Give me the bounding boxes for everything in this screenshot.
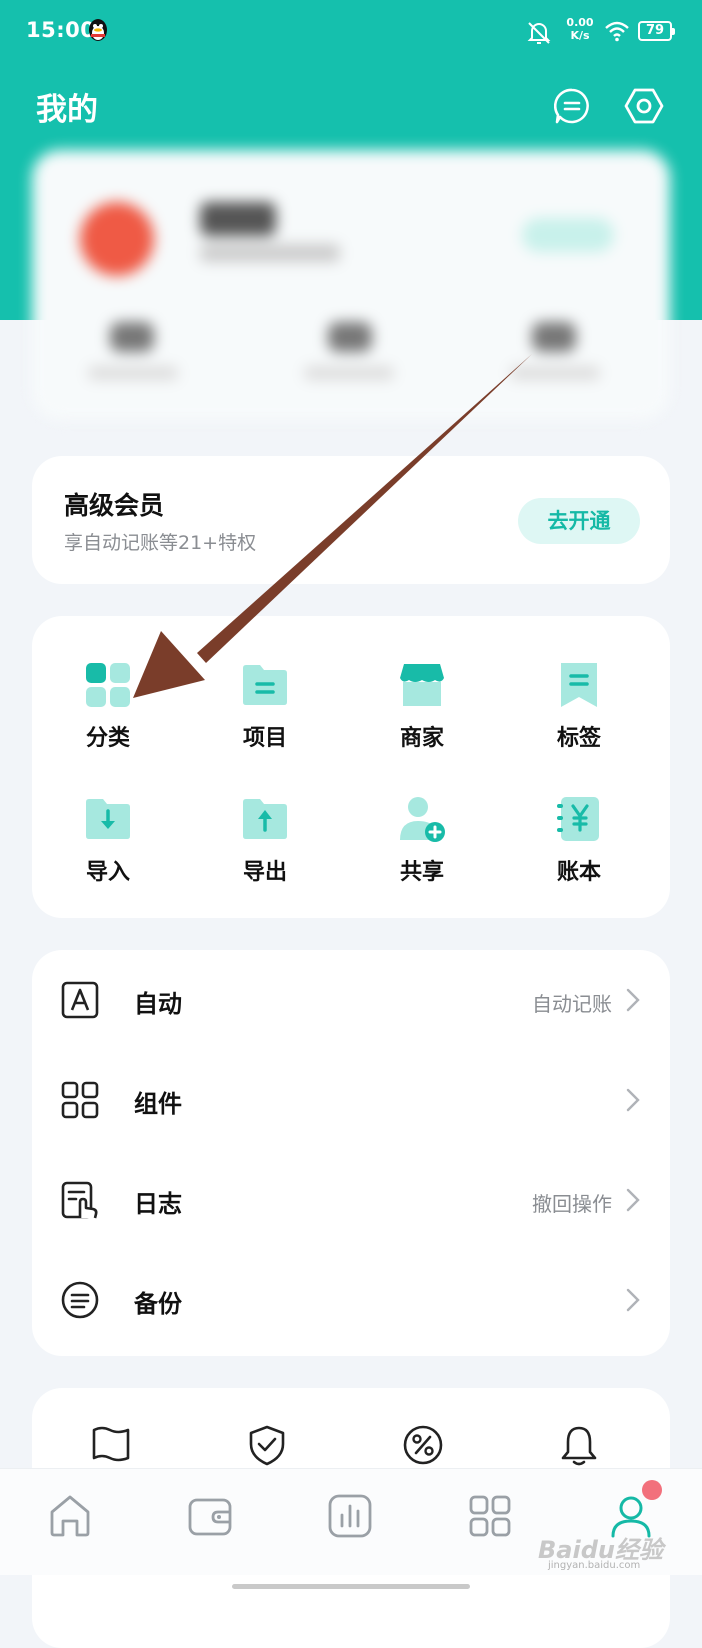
grid-item-import[interactable]: 导入	[58, 794, 158, 886]
chevron-right-icon	[626, 1288, 640, 1312]
grid-item-label: 商家	[399, 726, 444, 751]
vip-activate-button[interactable]: 去开通	[518, 498, 640, 544]
ledger-book-icon	[557, 797, 599, 841]
wallet-icon[interactable]	[187, 1493, 233, 1539]
profile-stat-label-blurred	[510, 366, 600, 380]
list-item-auto[interactable]: 自动 自动记账	[32, 950, 670, 1050]
grid-item-label: 分类	[85, 726, 130, 751]
shield-check-icon[interactable]	[246, 1424, 288, 1466]
home-indicator[interactable]	[232, 1584, 470, 1589]
qq-icon	[89, 19, 107, 41]
grid-item-label: 导入	[85, 860, 130, 885]
backup-icon	[61, 1281, 99, 1319]
notification-badge	[642, 1480, 662, 1500]
profile-stat-blurred	[532, 322, 576, 352]
grid-item-export[interactable]: 导出	[215, 794, 315, 886]
list-item-log[interactable]: 日志 撤回操作	[32, 1150, 670, 1250]
grid-item-project[interactable]: 项目	[215, 660, 315, 752]
profile-subtitle-blurred	[200, 244, 340, 262]
project-folder-icon	[243, 665, 287, 705]
profile-stat-blurred	[328, 322, 372, 352]
grid-item-label: 标签	[556, 726, 601, 751]
grid-item-category[interactable]: 分类	[58, 660, 158, 752]
battery-indicator: 79	[638, 21, 675, 41]
grid-item-label: 导出	[242, 860, 287, 885]
profile-name-blurred	[200, 202, 276, 236]
vip-card[interactable]: 高级会员 享自动记账等21+特权 去开通	[32, 456, 670, 584]
wifi-icon	[605, 21, 629, 42]
page-title: 我的	[36, 92, 98, 128]
list-item-label: 日志	[134, 1190, 182, 1218]
percent-icon[interactable]	[402, 1424, 444, 1466]
list-item-label: 组件	[134, 1090, 182, 1118]
widgets-icon	[61, 1081, 99, 1119]
home-icon[interactable]	[47, 1493, 93, 1539]
bell-icon[interactable]	[558, 1424, 600, 1466]
chevron-right-icon	[626, 988, 640, 1012]
watermark-url: jingyan.baidu.com	[548, 1560, 641, 1571]
feature-grid-card: 分类 项目 商家 标签 导入 导出 共享 账本	[32, 616, 670, 918]
grid-item-label: 项目	[242, 726, 287, 751]
profile-stat-label-blurred	[88, 366, 178, 380]
vip-subtitle: 享自动记账等21+特权	[64, 532, 257, 554]
grid-item-share[interactable]: 共享	[372, 794, 472, 886]
share-user-icon	[400, 797, 445, 842]
chevron-right-icon	[626, 1088, 640, 1112]
grid-item-label: 账本	[556, 860, 601, 885]
import-folder-icon	[86, 799, 130, 839]
grid-item-tag[interactable]: 标签	[529, 660, 629, 752]
vip-title: 高级会员	[64, 491, 165, 520]
flag-icon[interactable]	[90, 1424, 132, 1466]
network-speed-value: 0.00	[566, 16, 594, 29]
tag-bookmark-icon	[561, 663, 597, 707]
notification-mute-icon	[527, 22, 551, 44]
message-icon[interactable]	[554, 88, 590, 124]
list-item-value: 撤回操作	[532, 1192, 612, 1216]
list-item-label: 备份	[134, 1290, 182, 1318]
settings-list-card: 自动 自动记账 组件 日志 撤回操作 备份	[32, 950, 670, 1356]
auto-a-icon	[61, 981, 99, 1019]
settings-gear-icon[interactable]	[624, 86, 664, 126]
export-folder-icon	[243, 799, 287, 839]
status-time: 15:00	[26, 18, 96, 42]
network-speed-unit: K/s	[570, 29, 590, 42]
profile-action-blurred[interactable]	[522, 218, 614, 252]
avatar[interactable]	[80, 202, 154, 276]
grid-item-ledger[interactable]: 账本	[529, 794, 629, 886]
list-item-value: 自动记账	[532, 992, 612, 1016]
grid-item-merchant[interactable]: 商家	[372, 660, 472, 752]
grid-item-label: 共享	[399, 860, 444, 885]
profile-stat-blurred	[110, 322, 154, 352]
list-item-label: 自动	[134, 990, 182, 1018]
log-icon	[61, 1181, 98, 1219]
profile-card-blurred[interactable]	[32, 150, 670, 420]
profile-stat-label-blurred	[304, 366, 394, 380]
merchant-store-icon	[400, 664, 444, 706]
network-speed: 0.00 K/s	[564, 16, 596, 42]
apps-icon[interactable]	[467, 1493, 513, 1539]
list-item-widgets[interactable]: 组件	[32, 1050, 670, 1150]
status-bar: 15:00 0.00 K/s 79	[0, 0, 702, 66]
chart-icon[interactable]	[327, 1493, 373, 1539]
chevron-right-icon	[626, 1188, 640, 1212]
list-item-backup[interactable]: 备份	[32, 1250, 670, 1350]
category-icon	[86, 663, 130, 707]
